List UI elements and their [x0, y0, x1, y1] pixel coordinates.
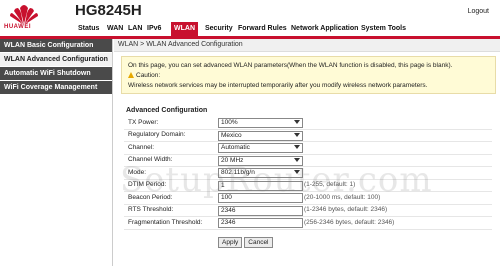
row-fragmentation-threshold: Fragmentation Threshold: 2346 (256-2346 … [124, 217, 492, 230]
sidebar-item-auto-wifi-shutdown[interactable]: Automatic WiFi Shutdown [0, 67, 112, 81]
channel-select[interactable]: Automatic [218, 143, 303, 153]
row-channel: Channel: Automatic [124, 142, 492, 155]
regulatory-domain-value: Mexico [221, 131, 242, 139]
fragmentation-threshold-label: Fragmentation Threshold: [128, 218, 203, 226]
nav-forward-rules[interactable]: Forward Rules [235, 22, 290, 36]
sidebar-item-wlan-advanced[interactable]: WLAN Advanced Configuration [0, 53, 112, 67]
chevron-down-icon [294, 120, 300, 124]
breadcrumb: WLAN > WLAN Advanced Configuration [114, 39, 500, 52]
row-rts-threshold: RTS Threshold: 2346 (1-2346 bytes, defau… [124, 205, 492, 217]
regulatory-domain-label: Regulatory Domain: [128, 131, 186, 138]
fragmentation-threshold-hint: (256-2346 bytes, default: 2346) [304, 218, 395, 226]
header: HUAWEI HG8245H Logout Status WAN LAN IPv… [0, 0, 500, 36]
apply-button[interactable]: Apply [218, 237, 243, 248]
info-text: On this page, you can set advanced WLAN … [128, 62, 453, 69]
main-content: WLAN > WLAN Advanced Configuration On th… [114, 39, 500, 266]
nav-security[interactable]: Security [202, 22, 236, 36]
chevron-down-icon [294, 145, 300, 149]
device-model: HG8245H [75, 2, 142, 19]
tx-power-value: 100% [221, 119, 238, 126]
section-title: Advanced Configuration [126, 107, 208, 114]
tx-power-label: TX Power: [128, 118, 159, 126]
caution-row: Caution: [128, 72, 160, 79]
sidebar: WLAN Basic Configuration WLAN Advanced C… [0, 39, 113, 266]
caution-text: Wireless network services may be interru… [128, 82, 428, 89]
fragmentation-threshold-input[interactable]: 2346 [218, 218, 303, 228]
rts-threshold-input[interactable]: 2346 [218, 205, 303, 216]
logout-link[interactable]: Logout [468, 8, 489, 15]
rts-threshold-hint: (1-2346 bytes, default: 2346) [304, 206, 388, 213]
row-regulatory-domain: Regulatory Domain: Mexico [124, 130, 492, 142]
info-box: On this page, you can set advanced WLAN … [121, 56, 496, 94]
sidebar-item-wifi-coverage[interactable]: WiFi Coverage Management [0, 81, 112, 95]
form-buttons: Apply Cancel [218, 237, 275, 248]
sidebar-item-wlan-basic[interactable]: WLAN Basic Configuration [0, 39, 112, 53]
watermark: SetupRouter.com [120, 160, 433, 200]
tx-power-select[interactable]: 100% [218, 118, 303, 128]
nav-wlan[interactable]: WLAN [171, 22, 198, 36]
rts-threshold-label: RTS Threshold: [128, 206, 174, 213]
caution-label: Caution: [136, 72, 161, 79]
row-tx-power: TX Power: 100% [124, 117, 492, 130]
nav-status[interactable]: Status [75, 22, 102, 36]
warning-icon [128, 72, 134, 78]
nav-network-application[interactable]: Network Application [288, 22, 361, 36]
nav-system-tools[interactable]: System Tools [358, 22, 409, 36]
nav-ipv6[interactable]: IPv6 [144, 22, 164, 36]
nav-wan[interactable]: WAN [104, 22, 126, 36]
channel-label: Channel: [128, 143, 155, 151]
channel-value: Automatic [221, 144, 250, 151]
chevron-down-icon [294, 132, 300, 137]
nav-lan[interactable]: LAN [125, 22, 145, 36]
main-nav: Status WAN LAN IPv6 WLAN Security Forwar… [0, 22, 500, 36]
regulatory-domain-select[interactable]: Mexico [218, 130, 303, 141]
cancel-button[interactable]: Cancel [244, 237, 273, 248]
